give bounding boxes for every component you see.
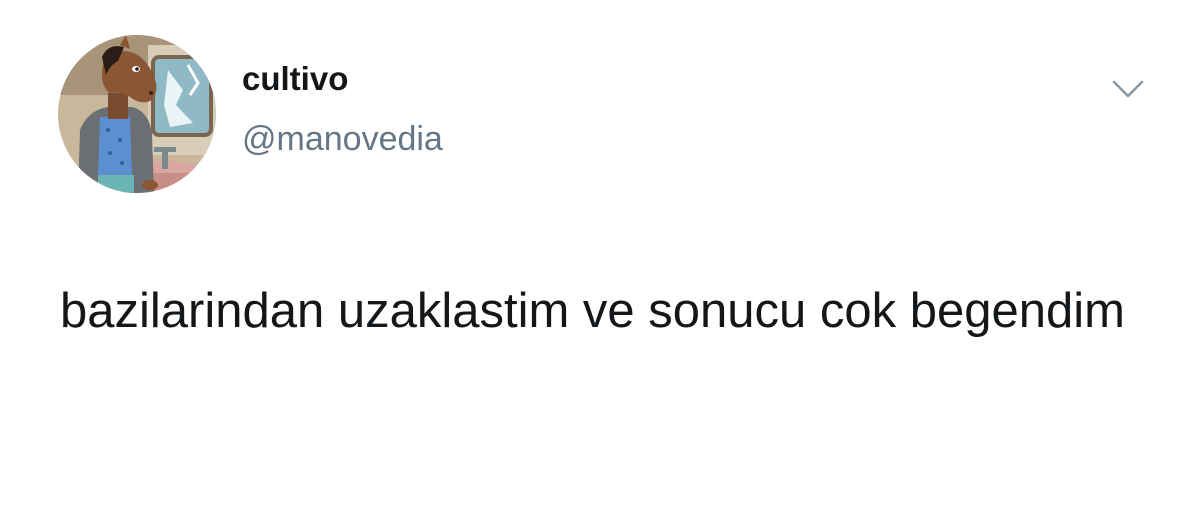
tweet-menu-button[interactable] [1110, 74, 1146, 104]
tweet-text: bazilarindan uzaklastim ve sonucu cok be… [60, 284, 1125, 338]
tweet-card: cultivo @manovedia bazilarindan uzaklast… [0, 0, 1200, 511]
author-display-name[interactable]: cultivo [242, 62, 348, 95]
bojack-horseman-avatar-icon [58, 35, 216, 193]
chevron-down-icon [1112, 80, 1144, 98]
author-handle[interactable]: @manovedia [242, 122, 443, 156]
avatar[interactable] [58, 35, 216, 193]
